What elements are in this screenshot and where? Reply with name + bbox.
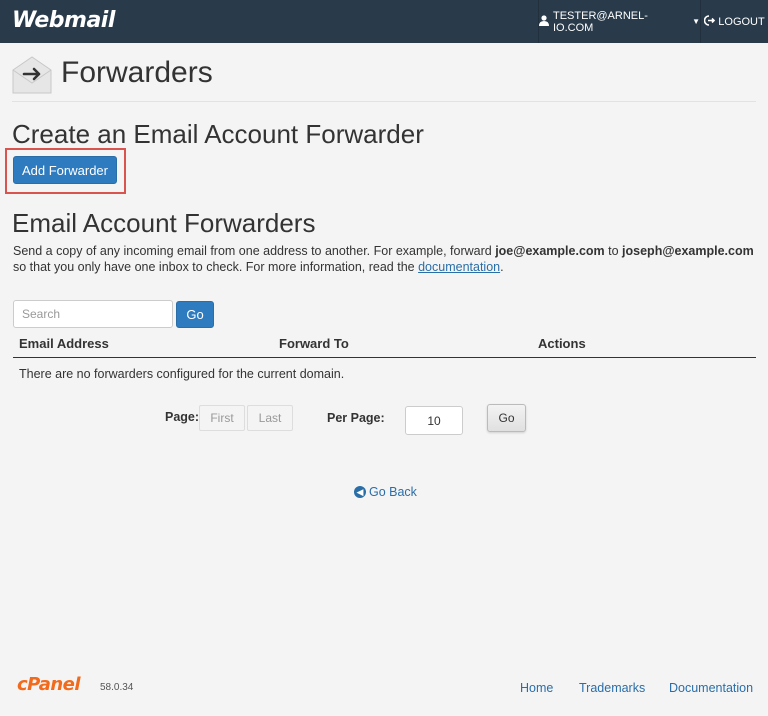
go-back-label: Go Back bbox=[369, 485, 417, 499]
table-header: Email Address Forward To Actions bbox=[13, 334, 756, 358]
last-page-button[interactable]: Last bbox=[247, 405, 293, 431]
webmail-logo[interactable]: Webmail bbox=[12, 8, 115, 33]
page-label: Page: bbox=[165, 410, 200, 424]
footer-link-home[interactable]: Home bbox=[520, 681, 553, 695]
search-go-button[interactable]: Go bbox=[176, 301, 214, 328]
user-email: TESTER@ARNEL-IO.COM bbox=[553, 9, 648, 34]
first-page-button[interactable]: First bbox=[199, 405, 245, 431]
logout-label: LOGOUT bbox=[718, 15, 765, 28]
column-actions: Actions bbox=[538, 336, 586, 351]
top-navbar: Webmail TESTER@ARNEL-IO.COM ▼ LOGOUT bbox=[0, 0, 768, 43]
footer-link-trademarks[interactable]: Trademarks bbox=[579, 681, 645, 695]
user-menu[interactable]: TESTER@ARNEL-IO.COM ▼ bbox=[538, 0, 700, 43]
column-forward-to[interactable]: Forward To bbox=[279, 336, 349, 351]
footer-link-documentation[interactable]: Documentation bbox=[669, 681, 753, 695]
forwarders-description: Send a copy of any incoming email from o… bbox=[13, 244, 754, 274]
example-source-email: joe@example.com bbox=[495, 244, 605, 258]
column-email-address[interactable]: Email Address bbox=[19, 336, 109, 351]
arrow-left-circle-icon: ◀ bbox=[354, 486, 366, 498]
create-forwarder-heading: Create an Email Account Forwarder bbox=[12, 119, 424, 149]
caret-down-icon: ▼ bbox=[692, 17, 700, 26]
go-back-link[interactable]: ◀ Go Back bbox=[354, 485, 417, 499]
example-target-email: joseph@example.com bbox=[622, 244, 754, 258]
page-header: Forwarders bbox=[12, 52, 756, 102]
cpanel-logo[interactable]: cPanel bbox=[17, 674, 81, 695]
per-page-go-button[interactable]: Go bbox=[487, 404, 526, 432]
forwarders-envelope-icon bbox=[12, 56, 52, 94]
per-page-input[interactable] bbox=[405, 406, 463, 435]
empty-table-message: There are no forwarders configured for t… bbox=[19, 367, 345, 381]
version-number: 58.0.34 bbox=[100, 682, 134, 693]
forwarders-list-heading: Email Account Forwarders bbox=[12, 208, 316, 238]
per-page-label: Per Page: bbox=[327, 411, 385, 425]
logout-icon bbox=[703, 14, 716, 29]
search-input[interactable] bbox=[13, 300, 173, 328]
documentation-link[interactable]: documentation bbox=[418, 260, 500, 274]
logout-button[interactable]: LOGOUT bbox=[700, 0, 768, 43]
user-icon bbox=[539, 14, 549, 29]
add-forwarder-button[interactable]: Add Forwarder bbox=[13, 156, 117, 184]
page-title: Forwarders bbox=[61, 56, 213, 89]
